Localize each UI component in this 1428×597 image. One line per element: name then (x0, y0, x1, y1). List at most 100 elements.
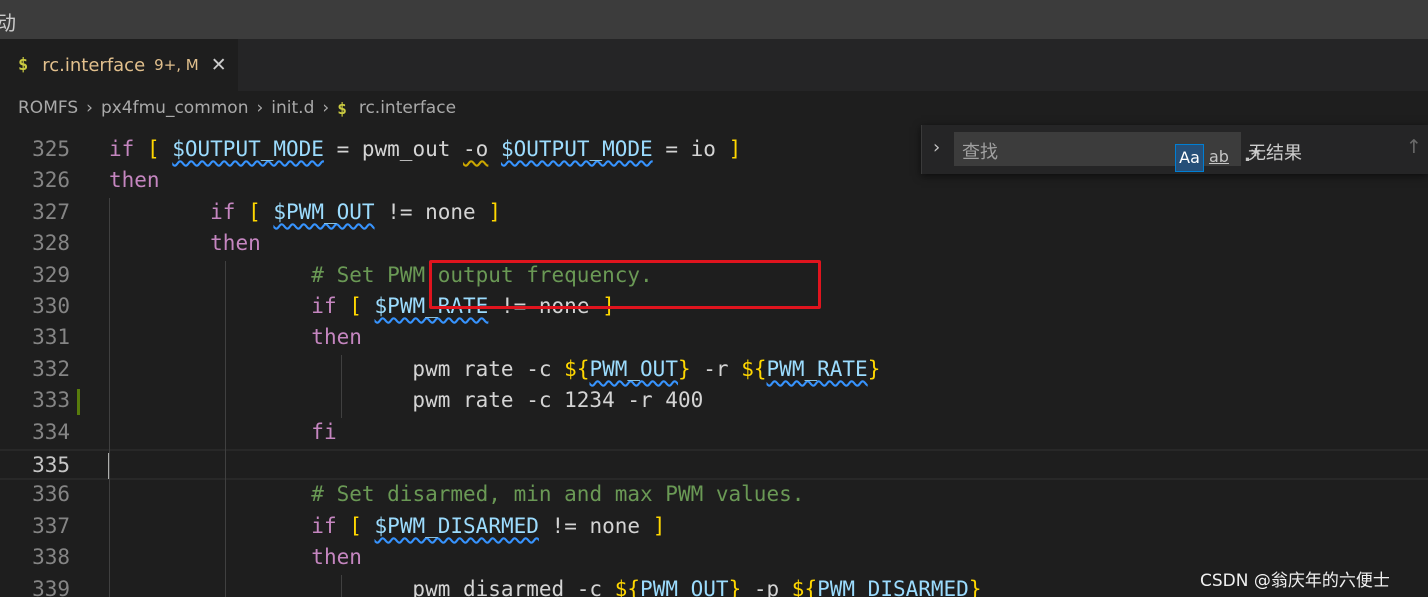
code-token: != none (538, 513, 653, 538)
line-number: 324 (0, 125, 70, 129)
line-number: 338 (32, 545, 70, 570)
line-number: 325 (32, 137, 70, 161)
code-token: = pwm_out (323, 137, 464, 161)
find-widget: › 查找 Aa ab .* 无结果 ↑ (921, 125, 1428, 174)
code-token: } (867, 356, 881, 381)
code-token: $ (741, 356, 754, 381)
code-text: if [ $PWM_DISARMED != none ] (109, 514, 665, 538)
code-editor[interactable]: 324 325 if [ $OUTPUT_MODE = pwm_out -o $O… (0, 125, 1428, 597)
line-number: 336 (32, 482, 70, 507)
highlight-annotation-box (429, 260, 821, 309)
indent-guide (109, 197, 110, 597)
code-token: PWM_OUT (640, 576, 729, 597)
code-line[interactable]: 327 if [ $PWM_OUT != none ] (0, 198, 1428, 229)
line-number: 328 (32, 231, 70, 256)
breadcrumb-item[interactable]: ROMFS (18, 98, 78, 118)
code-token: if (311, 513, 350, 538)
code-token: -o (463, 137, 489, 161)
code-token: -p (741, 576, 792, 597)
find-result-count: 无结果 (1248, 143, 1302, 164)
line-number: 333 (32, 388, 70, 413)
code-text: # Set disarmed, min and max PWM values. (109, 482, 804, 506)
match-case-toggle[interactable]: Aa (1175, 144, 1204, 172)
code-token: if (109, 137, 147, 161)
line-number: 339 (32, 576, 70, 597)
code-token: $OUTPUT_MODE (500, 137, 653, 161)
code-token: pwm rate -c 1234 -r 400 (109, 388, 704, 413)
code-token: $PWM_OUT (273, 199, 375, 224)
code-line[interactable]: 328 then (0, 229, 1428, 260)
indent-guide (341, 574, 342, 597)
line-number: 334 (32, 419, 70, 444)
code-line[interactable]: 331 then (0, 323, 1428, 354)
code-token: # Set disarmed, min and max PWM values. (311, 482, 805, 507)
code-token: $OUTPUT_MODE (172, 137, 324, 161)
line-number: 332 (32, 356, 70, 381)
modified-line-marker[interactable] (77, 389, 80, 416)
title-bar: 动 (0, 0, 1428, 39)
line-number: 335 (32, 453, 70, 477)
breadcrumb-item[interactable]: rc.interface (359, 98, 456, 118)
code-token: PWM_RATE (766, 356, 868, 381)
code-line[interactable]: 333 pwm rate -c 1234 -r 400 (0, 386, 1428, 417)
code-token: ] (488, 199, 501, 224)
code-token: ] (652, 513, 666, 538)
code-token: if (210, 199, 249, 224)
code-line[interactable]: 334 fi (0, 418, 1428, 449)
code-text: pwm disarmed -c ${PWM_OUT} -p ${PWM_DISA… (109, 577, 981, 597)
breadcrumb-item[interactable]: init.d (271, 98, 314, 118)
chevron-right-icon: › (322, 98, 330, 118)
close-icon[interactable]: ✕ (211, 54, 227, 76)
code-token: if (311, 294, 350, 318)
shell-file-icon: $ (18, 55, 29, 75)
code-text: then (109, 325, 362, 349)
find-input[interactable]: 查找 Aa ab .* (954, 132, 1260, 172)
menu-label[interactable]: 动 (0, 7, 16, 36)
code-token: } (728, 576, 742, 597)
breadcrumb: ROMFS › px4fmu_common › init.d › $ rc.in… (0, 91, 1428, 125)
code-token: pwm rate -c (109, 356, 565, 381)
code-token: [ (248, 199, 274, 224)
code-token: pwm disarmed -c (109, 576, 615, 597)
code-token: } (677, 356, 691, 381)
chevron-right-icon: › (86, 98, 93, 118)
tab-filename: rc.interface (42, 54, 146, 76)
code-line[interactable]: 332 pwm rate -c ${PWM_OUT} -r ${PWM_RATE… (0, 355, 1428, 386)
code-token: [ (349, 294, 375, 318)
code-token: PWM_DISARMED (817, 576, 969, 597)
code-token: { (576, 356, 590, 381)
tab-bar: $ rc.interface 9+, M ✕ (0, 39, 1428, 91)
code-line[interactable]: 337 if [ $PWM_DISARMED != none ] (0, 512, 1428, 543)
previous-match-icon[interactable]: ↑ (1406, 136, 1422, 158)
code-line[interactable]: 336 # Set disarmed, min and max PWM valu… (0, 480, 1428, 511)
code-token: = io (652, 137, 729, 161)
tab-problem-badge: 9+, M (154, 56, 199, 74)
code-token: fi (311, 419, 337, 444)
code-token: then (311, 325, 362, 350)
line-number: 331 (32, 325, 70, 350)
whole-word-toggle[interactable]: ab (1209, 147, 1229, 166)
code-token: $PWM_DISARMED (374, 513, 539, 538)
code-token: != none (374, 199, 489, 224)
code-token: [ (349, 513, 375, 538)
code-token: [ (146, 137, 173, 161)
watermark: CSDN @翁庆年的六便士 (1200, 571, 1390, 591)
code-line[interactable]: 335 (0, 449, 1428, 480)
breadcrumb-item[interactable]: px4fmu_common (101, 98, 249, 118)
line-number: 337 (32, 513, 70, 538)
code-token: { (753, 356, 767, 381)
code-text: fi (109, 419, 337, 444)
chevron-right-icon[interactable]: › (933, 137, 940, 158)
code-text: pwm rate -c 1234 -r 400 (109, 388, 703, 412)
code-token: ] (728, 137, 742, 161)
shell-file-icon: $ (337, 98, 347, 118)
chevron-right-icon: › (256, 98, 264, 118)
editor-tab[interactable]: $ rc.interface 9+, M ✕ (0, 39, 238, 91)
